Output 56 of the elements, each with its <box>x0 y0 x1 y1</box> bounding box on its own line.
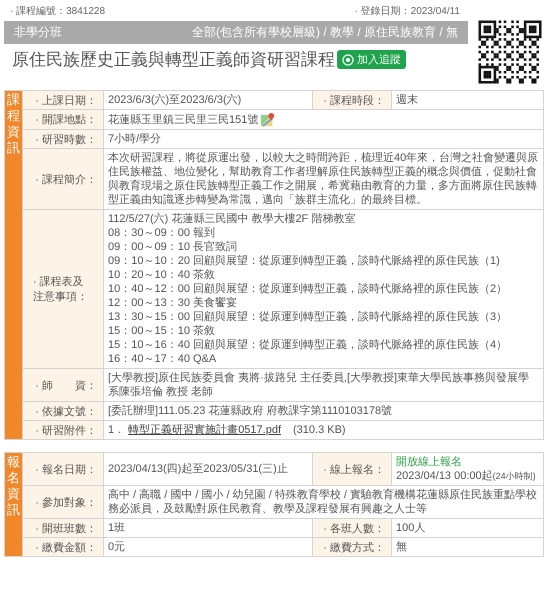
field-value: 無 <box>392 538 543 556</box>
field-label: · 課程簡介： <box>23 149 103 209</box>
course-number: · 課程編號：3841228 <box>10 4 106 19</box>
file-size: (310.3 KB) <box>293 423 346 437</box>
field-label: · 各班人數： <box>313 519 391 537</box>
field-value: 本次研習課程，將從原運出發，以較大之時間跨距，梳理近40年來，台灣之社會變遷與原住民族權益、地位變化，幫助教育工作者理解原住民族轉型正義的概念與價值，促動社會與教育現場之原住民族轉型正義工作之開展，希冀藉由教育的力量，多方面將原住民族轉型正義由知識逐步轉變為常識，邁向「族群主流化」的最終目標。 <box>104 149 543 209</box>
field-value: 100人 <box>392 519 543 537</box>
signup-status: 開放線上報名 <box>396 455 462 469</box>
schedule-line: 112/5/27(六) 花蓮縣三民國中 教學大樓2F 階梯教室 <box>108 212 356 226</box>
field-value: 週末 <box>392 91 543 109</box>
schedule-line: 15：10～16：40 回顧與展望：從原運到轉型正義，談時代脈絡裡的原住民族（4） <box>108 338 508 352</box>
schedule-line: 15：00～15：10 茶敘 <box>108 324 215 338</box>
field-label: · 繳費方式： <box>313 538 391 556</box>
field-label: · 課程時段： <box>313 91 391 109</box>
qr-code-icon <box>476 18 544 86</box>
schedule-line: 12：00～13：30 美食饗宴 <box>108 296 237 310</box>
field-value: 2023/04/13(四)起至2023/05/31(三)止 <box>104 453 312 485</box>
course-title: 原住民族歷史正義與轉型正義師資研習課程 <box>12 49 335 71</box>
field-label: · 研習附件： <box>23 421 103 439</box>
field-value: 1班 <box>104 519 312 537</box>
field-label: 注意事項： <box>33 290 88 304</box>
schedule-line: 10：20～10：40 茶敘 <box>108 268 215 282</box>
field-label: · 開班班數： <box>23 519 103 537</box>
field-value: [大學教授]原住民族委員會 夷將·拔路兒 主任委員,[大學教授]東華大學民族事務與發展學系陳張培倫 教授 老師 <box>104 369 543 401</box>
section-label: 課程資訊 <box>5 91 22 439</box>
field-label: · 研習時數： <box>23 130 103 148</box>
schedule-line: 09：10～10：20 回顧與展望：從原運到轉型正義，談時代脈絡裡的原住民族（1) <box>108 254 500 268</box>
schedule-line: 16：40～17：40 Q&A <box>108 352 216 366</box>
field-label: · 課程表及 <box>33 275 84 289</box>
field-label: · 參加對象： <box>23 486 103 518</box>
course-type: 非學分班 <box>14 24 62 41</box>
field-value: [委託辦理]111.05.23 花蓮縣政府 府教課字第1110103178號 <box>104 402 543 420</box>
schedule-line: 09：00～09：10 長官致詞 <box>108 240 237 254</box>
target-icon <box>342 54 354 66</box>
field-label: · 繳費金額： <box>23 538 103 556</box>
field-label: · 上課日期： <box>23 91 103 109</box>
section-label: 報名資訊 <box>5 453 22 556</box>
field-label: · 師 資： <box>23 369 103 401</box>
field-value: 2023/6/3(六)至2023/6/3(六) <box>104 91 312 109</box>
attachment-index: 1． <box>108 423 126 437</box>
field-value: 2023/04/13 00:00起(24小時制) <box>396 469 536 483</box>
field-label: · 線上報名： <box>313 453 391 485</box>
registered-date: · 登錄日期：2023/04/11 <box>354 4 460 19</box>
field-value: 0元 <box>104 538 312 556</box>
category-path: 全部(包含所有學校層級) / 教學 / 原住民族教育 / 無 <box>192 24 458 41</box>
field-label: · 依據文號： <box>23 402 103 420</box>
field-label: · 報名日期： <box>23 453 103 485</box>
field-value: 花蓮縣玉里鎮三民里三民151號 <box>108 112 258 126</box>
field-label: · 開課地點： <box>23 110 103 129</box>
field-value: 7小時/學分 <box>104 130 543 148</box>
field-value: 高中 / 高職 / 國中 / 國小 / 幼兒園 / 特殊教育學校 / 實驗教育機構花蓮縣原住民族重點學校務必派員，及鼓勵對原住民教育、教學及課程發展有興趣之人士等 <box>104 486 543 518</box>
attachment-link[interactable]: 轉型正義研習實施計畫0517.pdf <box>128 423 282 437</box>
schedule-line: 13：30～15：00 回顧與展望：從原運到轉型正義，談時代脈絡裡的原住民族（3） <box>108 310 508 324</box>
schedule-line: 08：30～09：00 報到 <box>108 226 215 240</box>
map-pin-icon[interactable] <box>260 112 276 127</box>
schedule-line: 10：40～12：00 回顧與展望：從原運到轉型正義，談時代脈絡裡的原住民族（2） <box>108 282 508 296</box>
